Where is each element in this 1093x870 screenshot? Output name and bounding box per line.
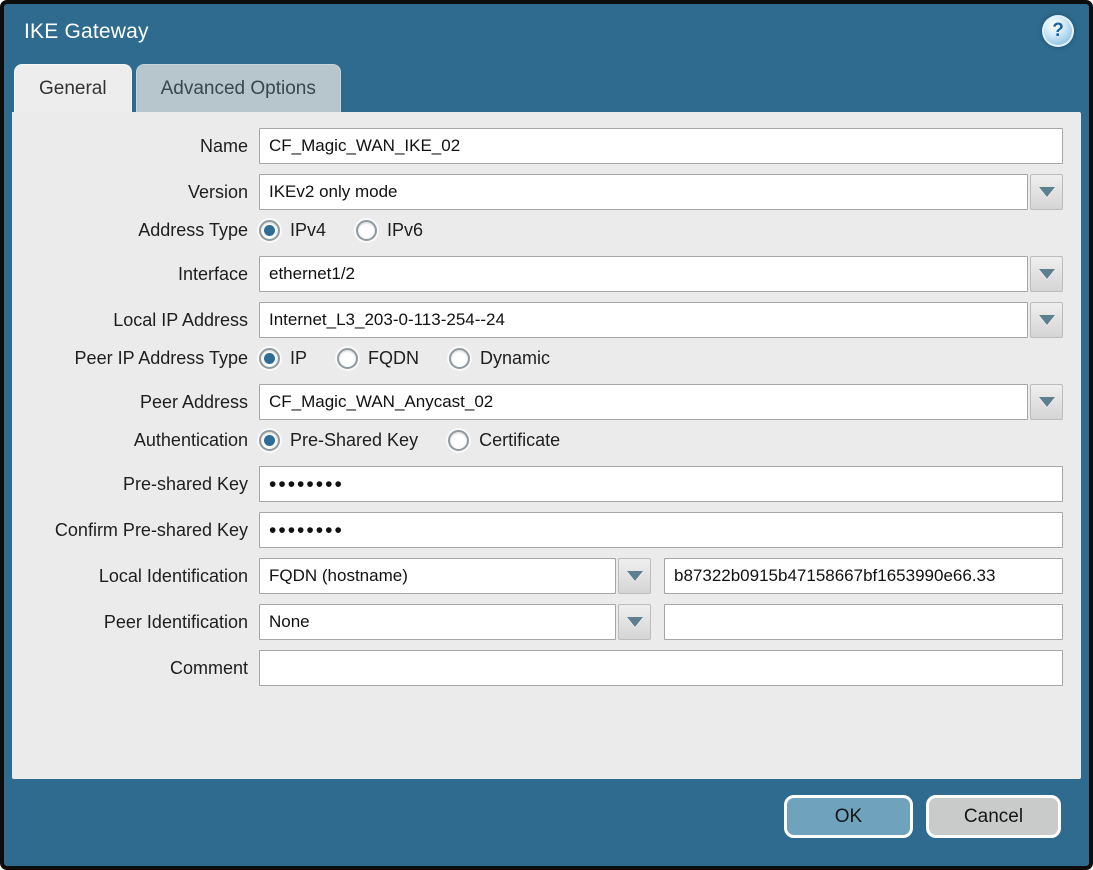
confirm-pre-shared-key-label: Confirm Pre-shared Key: [12, 520, 259, 541]
tab-general-label: General: [39, 78, 107, 100]
tab-advanced-options-label: Advanced Options: [161, 78, 316, 100]
question-mark-glyph: ?: [1052, 20, 1064, 42]
peer-identification-dropdown-button[interactable]: [618, 604, 651, 640]
local-ip-address-dropdown-button[interactable]: [1030, 302, 1063, 338]
confirm-pre-shared-key-row: Confirm Pre-shared Key: [12, 512, 1063, 548]
name-row: Name: [12, 128, 1063, 164]
chevron-down-icon: [1039, 187, 1055, 197]
comment-label: Comment: [12, 658, 259, 679]
name-label: Name: [12, 136, 259, 157]
dialog-title: IKE Gateway: [24, 20, 1089, 44]
radio-ip[interactable]: IP: [259, 348, 307, 369]
interface-row: Interface: [12, 256, 1063, 292]
version-dropdown-button[interactable]: [1030, 174, 1063, 210]
radio-pre-shared-key[interactable]: Pre-Shared Key: [259, 430, 418, 451]
local-identification-row: Local Identification: [12, 558, 1063, 594]
title-bar: IKE Gateway ?: [4, 4, 1089, 64]
radio-certificate[interactable]: Certificate: [448, 430, 560, 451]
general-tab-panel: Name Version Address Type IPv4: [12, 112, 1081, 779]
address-type-row: Address Type IPv4 IPv6: [12, 220, 1063, 241]
ike-gateway-dialog: IKE Gateway ? General Advanced Options N…: [0, 0, 1093, 870]
radio-ip-label: IP: [290, 348, 307, 369]
comment-row: Comment: [12, 650, 1063, 686]
peer-identification-value-input[interactable]: [664, 604, 1063, 640]
comment-input[interactable]: [259, 650, 1063, 686]
peer-address-label: Peer Address: [12, 392, 259, 413]
peer-address-dropdown-button[interactable]: [1030, 384, 1063, 420]
local-identification-type-input[interactable]: [259, 558, 616, 594]
radio-pre-shared-key-label: Pre-Shared Key: [290, 430, 418, 451]
radio-ipv6-label: IPv6: [387, 220, 423, 241]
radio-ipv4-control[interactable]: [259, 220, 280, 241]
radio-dynamic-label: Dynamic: [480, 348, 550, 369]
pre-shared-key-label: Pre-shared Key: [12, 474, 259, 495]
chevron-down-icon: [627, 571, 643, 581]
radio-fqdn-control[interactable]: [337, 348, 358, 369]
chevron-down-icon: [627, 617, 643, 627]
local-identification-value-input[interactable]: [664, 558, 1063, 594]
chevron-down-icon: [1039, 315, 1055, 325]
radio-certificate-control[interactable]: [448, 430, 469, 451]
radio-ipv4[interactable]: IPv4: [259, 220, 326, 241]
local-ip-address-label: Local IP Address: [12, 310, 259, 331]
radio-fqdn-label: FQDN: [368, 348, 419, 369]
version-row: Version: [12, 174, 1063, 210]
radio-ipv6-control[interactable]: [356, 220, 377, 241]
peer-address-input[interactable]: [259, 384, 1028, 420]
peer-identification-label: Peer Identification: [12, 612, 259, 633]
interface-input[interactable]: [259, 256, 1028, 292]
radio-ipv6[interactable]: IPv6: [356, 220, 423, 241]
local-ip-address-input[interactable]: [259, 302, 1028, 338]
tab-general[interactable]: General: [14, 64, 132, 112]
interface-dropdown-button[interactable]: [1030, 256, 1063, 292]
authentication-row: Authentication Pre-Shared Key Certificat…: [12, 430, 1063, 451]
radio-certificate-label: Certificate: [479, 430, 560, 451]
peer-identification-row: Peer Identification: [12, 604, 1063, 640]
address-type-label: Address Type: [12, 220, 259, 241]
peer-ip-address-type-row: Peer IP Address Type IP FQDN Dynamic: [12, 348, 1063, 369]
radio-dynamic-control[interactable]: [449, 348, 470, 369]
pre-shared-key-input[interactable]: [259, 466, 1063, 502]
local-identification-label: Local Identification: [12, 566, 259, 587]
version-label: Version: [12, 182, 259, 203]
peer-ip-address-type-label: Peer IP Address Type: [12, 348, 259, 369]
confirm-pre-shared-key-input[interactable]: [259, 512, 1063, 548]
pre-shared-key-row: Pre-shared Key: [12, 466, 1063, 502]
dialog-footer: OK Cancel: [4, 779, 1089, 866]
radio-dynamic[interactable]: Dynamic: [449, 348, 550, 369]
help-icon[interactable]: ?: [1042, 15, 1074, 47]
name-input[interactable]: [259, 128, 1063, 164]
peer-identification-type-input[interactable]: [259, 604, 616, 640]
authentication-label: Authentication: [12, 430, 259, 451]
radio-ip-control[interactable]: [259, 348, 280, 369]
chevron-down-icon: [1039, 269, 1055, 279]
tab-bar: General Advanced Options: [4, 64, 1089, 112]
radio-fqdn[interactable]: FQDN: [337, 348, 419, 369]
tab-advanced-options[interactable]: Advanced Options: [136, 64, 341, 112]
radio-ipv4-label: IPv4: [290, 220, 326, 241]
peer-address-row: Peer Address: [12, 384, 1063, 420]
radio-pre-shared-key-control[interactable]: [259, 430, 280, 451]
version-input[interactable]: [259, 174, 1028, 210]
interface-label: Interface: [12, 264, 259, 285]
local-identification-dropdown-button[interactable]: [618, 558, 651, 594]
cancel-button[interactable]: Cancel: [926, 795, 1061, 838]
local-ip-address-row: Local IP Address: [12, 302, 1063, 338]
ok-button[interactable]: OK: [784, 795, 913, 838]
chevron-down-icon: [1039, 397, 1055, 407]
